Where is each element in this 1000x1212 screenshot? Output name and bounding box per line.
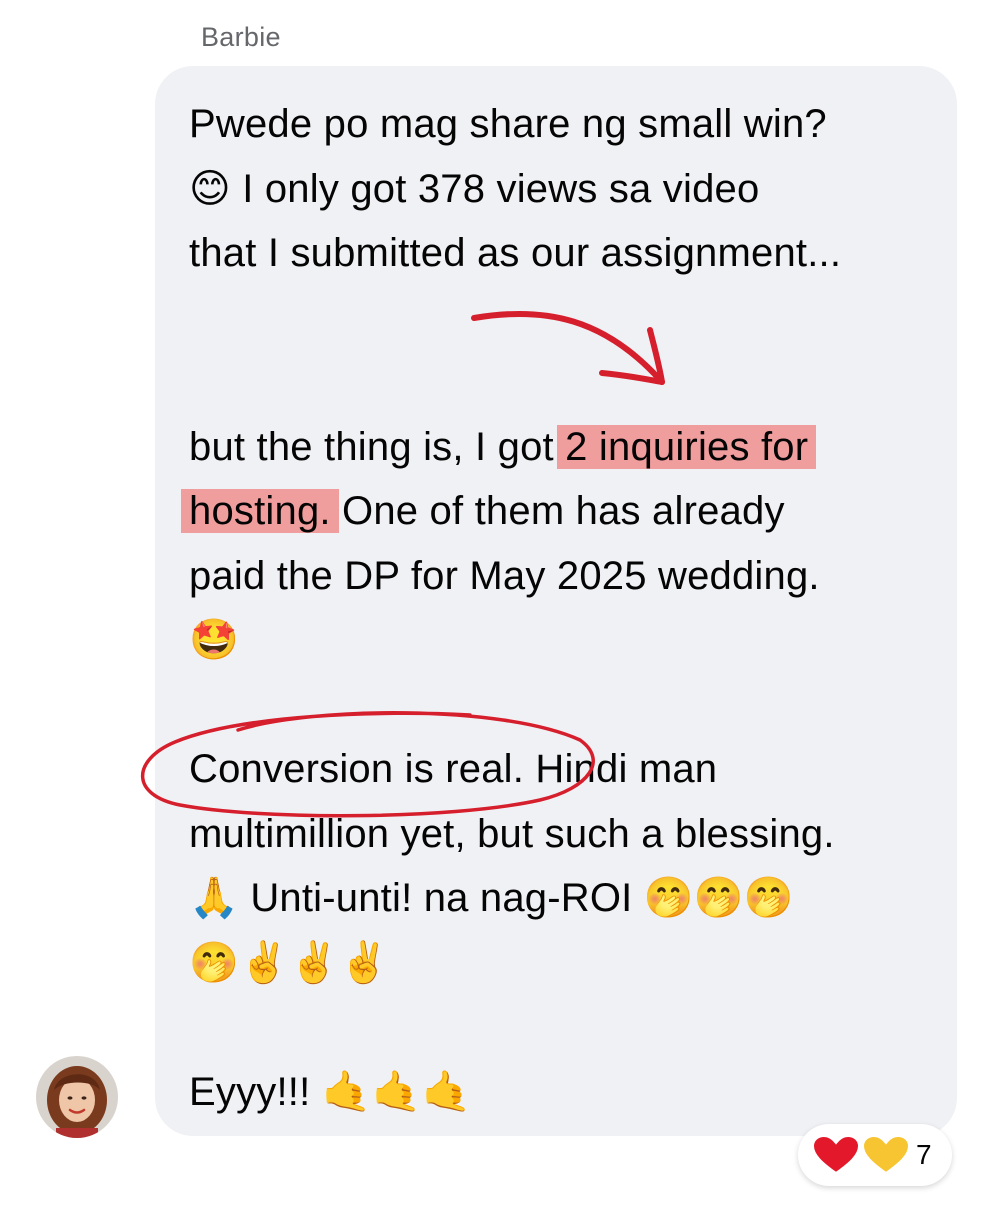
- reaction-count: 7: [916, 1139, 932, 1170]
- message-line: 🙏 Unti-unti! na nag-ROI 🤭🤭🤭: [189, 875, 794, 921]
- message-line: that I submitted as our assignment...: [189, 231, 842, 275]
- message-line: 🤭✌️✌️✌️: [189, 939, 390, 986]
- avatar-image: [36, 1056, 118, 1138]
- message-line: Eyyy!!! 🤙🤙🤙: [189, 1068, 472, 1115]
- call-me-hand-emoji: 🤙🤙🤙: [321, 1068, 472, 1115]
- message-line: Pwede po mag share ng small win?: [189, 102, 827, 146]
- message-line: 😊 I only got 378 views sa video: [189, 165, 760, 212]
- highlighted-text: hosting.: [181, 489, 339, 533]
- giggle-emoji: 🤭🤭🤭: [643, 875, 794, 921]
- avatar[interactable]: [36, 1056, 118, 1138]
- message-line: paid the DP for May 2025 wedding.: [189, 553, 820, 598]
- red-heart-icon: [811, 1134, 861, 1175]
- message-line: hosting. One of them has already: [181, 479, 929, 544]
- reaction-icons: [811, 1134, 908, 1175]
- reactions-pill[interactable]: 7: [798, 1124, 952, 1186]
- smile-emoji: 😊: [189, 165, 231, 212]
- sender-name[interactable]: Barbie: [201, 22, 281, 53]
- message-line: Conversion is real. Hindi man: [189, 747, 718, 791]
- message-line: but the thing is, I got 2 inquiries for: [189, 415, 929, 480]
- praying-hands-emoji: 🙏: [189, 875, 240, 921]
- yellow-heart-icon: [861, 1134, 908, 1175]
- message-text: Pwede po mag share ng small win? 😊 I onl…: [181, 92, 929, 1124]
- message-line: multimillion yet, but such a blessing.: [189, 811, 835, 856]
- circled-text: Conversion is real.: [189, 747, 525, 791]
- message-line: 🤩: [189, 617, 240, 663]
- highlighted-text: 2 inquiries for: [557, 424, 817, 469]
